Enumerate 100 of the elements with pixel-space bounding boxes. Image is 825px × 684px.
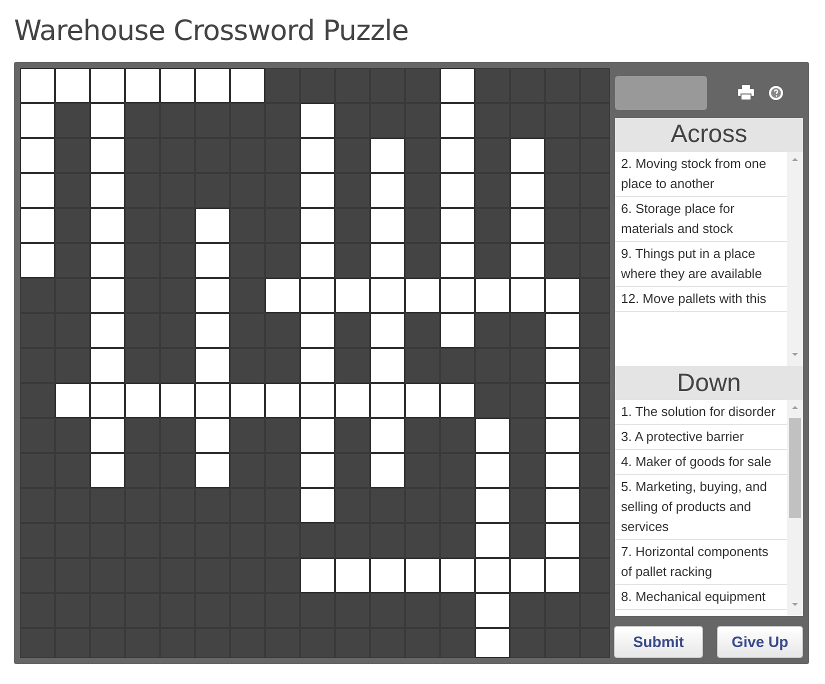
letter-cell[interactable] — [510, 208, 545, 243]
letter-cell[interactable] — [195, 208, 230, 243]
letter-cell[interactable] — [475, 418, 510, 453]
letter-cell[interactable] — [545, 418, 580, 453]
help-icon[interactable] — [768, 84, 784, 101]
letter-cell[interactable] — [545, 558, 580, 593]
letter-cell[interactable] — [90, 313, 125, 348]
letter-cell[interactable] — [475, 558, 510, 593]
letter-cell[interactable] — [300, 488, 335, 523]
letter-cell[interactable] — [90, 173, 125, 208]
letter-cell[interactable] — [300, 173, 335, 208]
letter-cell[interactable] — [55, 68, 90, 103]
letter-cell[interactable] — [335, 278, 370, 313]
letter-cell[interactable] — [370, 243, 405, 278]
letter-cell[interactable] — [440, 103, 475, 138]
letter-cell[interactable] — [300, 348, 335, 383]
letter-cell[interactable] — [545, 383, 580, 418]
letter-cell[interactable] — [90, 243, 125, 278]
letter-cell[interactable] — [370, 278, 405, 313]
letter-cell[interactable] — [545, 453, 580, 488]
print-icon[interactable] — [738, 85, 754, 100]
letter-cell[interactable] — [195, 278, 230, 313]
letter-cell[interactable] — [195, 453, 230, 488]
letter-cell[interactable] — [440, 558, 475, 593]
letter-cell[interactable] — [90, 278, 125, 313]
letter-cell[interactable] — [20, 243, 55, 278]
letter-cell[interactable] — [335, 558, 370, 593]
letter-cell[interactable] — [300, 208, 335, 243]
letter-cell[interactable] — [405, 558, 440, 593]
letter-cell[interactable] — [195, 383, 230, 418]
letter-cell[interactable] — [300, 453, 335, 488]
letter-cell[interactable] — [440, 243, 475, 278]
letter-cell[interactable] — [195, 243, 230, 278]
letter-cell[interactable] — [90, 383, 125, 418]
letter-cell[interactable] — [545, 278, 580, 313]
letter-cell[interactable] — [160, 68, 195, 103]
letter-cell[interactable] — [510, 558, 545, 593]
letter-cell[interactable] — [475, 593, 510, 628]
letter-cell[interactable] — [440, 138, 475, 173]
letter-cell[interactable] — [160, 383, 195, 418]
letter-cell[interactable] — [20, 68, 55, 103]
letter-cell[interactable] — [300, 313, 335, 348]
letter-cell[interactable] — [195, 68, 230, 103]
letter-cell[interactable] — [545, 348, 580, 383]
letter-cell[interactable] — [440, 383, 475, 418]
letter-cell[interactable] — [545, 523, 580, 558]
letter-cell[interactable] — [20, 173, 55, 208]
letter-cell[interactable] — [405, 383, 440, 418]
letter-cell[interactable] — [440, 208, 475, 243]
letter-cell[interactable] — [300, 418, 335, 453]
letter-cell[interactable] — [300, 278, 335, 313]
letter-cell[interactable] — [370, 313, 405, 348]
letter-cell[interactable] — [370, 348, 405, 383]
letter-cell[interactable] — [90, 103, 125, 138]
letter-cell[interactable] — [90, 348, 125, 383]
letter-cell[interactable] — [20, 103, 55, 138]
letter-cell[interactable] — [300, 138, 335, 173]
letter-cell[interactable] — [300, 558, 335, 593]
give-up-button[interactable]: Give Up — [717, 626, 803, 658]
letter-cell[interactable] — [370, 138, 405, 173]
letter-cell[interactable] — [510, 243, 545, 278]
letter-cell[interactable] — [125, 68, 160, 103]
letter-cell[interactable] — [230, 68, 265, 103]
letter-cell[interactable] — [300, 383, 335, 418]
letter-cell[interactable] — [475, 278, 510, 313]
letter-cell[interactable] — [370, 558, 405, 593]
submit-button[interactable]: Submit — [614, 626, 703, 658]
letter-cell[interactable] — [90, 138, 125, 173]
letter-cell[interactable] — [475, 628, 510, 658]
letter-cell[interactable] — [510, 138, 545, 173]
letter-cell[interactable] — [230, 383, 265, 418]
letter-cell[interactable] — [545, 313, 580, 348]
letter-cell[interactable] — [195, 418, 230, 453]
letter-cell[interactable] — [440, 278, 475, 313]
letter-cell[interactable] — [20, 208, 55, 243]
letter-cell[interactable] — [440, 173, 475, 208]
letter-cell[interactable] — [510, 173, 545, 208]
letter-cell[interactable] — [90, 208, 125, 243]
letter-cell[interactable] — [335, 383, 370, 418]
letter-cell[interactable] — [370, 208, 405, 243]
letter-cell[interactable] — [545, 488, 580, 523]
letter-cell[interactable] — [370, 173, 405, 208]
letter-cell[interactable] — [440, 313, 475, 348]
letter-cell[interactable] — [475, 453, 510, 488]
letter-cell[interactable] — [125, 383, 160, 418]
letter-cell[interactable] — [300, 243, 335, 278]
letter-cell[interactable] — [55, 383, 90, 418]
letter-cell[interactable] — [405, 278, 440, 313]
letter-cell[interactable] — [90, 418, 125, 453]
letter-cell[interactable] — [20, 138, 55, 173]
letter-cell[interactable] — [510, 278, 545, 313]
letter-cell[interactable] — [475, 488, 510, 523]
letter-cell[interactable] — [475, 523, 510, 558]
letter-cell[interactable] — [90, 68, 125, 103]
letter-cell[interactable] — [370, 383, 405, 418]
letter-cell[interactable] — [300, 103, 335, 138]
letter-cell[interactable] — [195, 348, 230, 383]
letter-cell[interactable] — [195, 313, 230, 348]
letter-cell[interactable] — [265, 383, 300, 418]
letter-cell[interactable] — [370, 453, 405, 488]
